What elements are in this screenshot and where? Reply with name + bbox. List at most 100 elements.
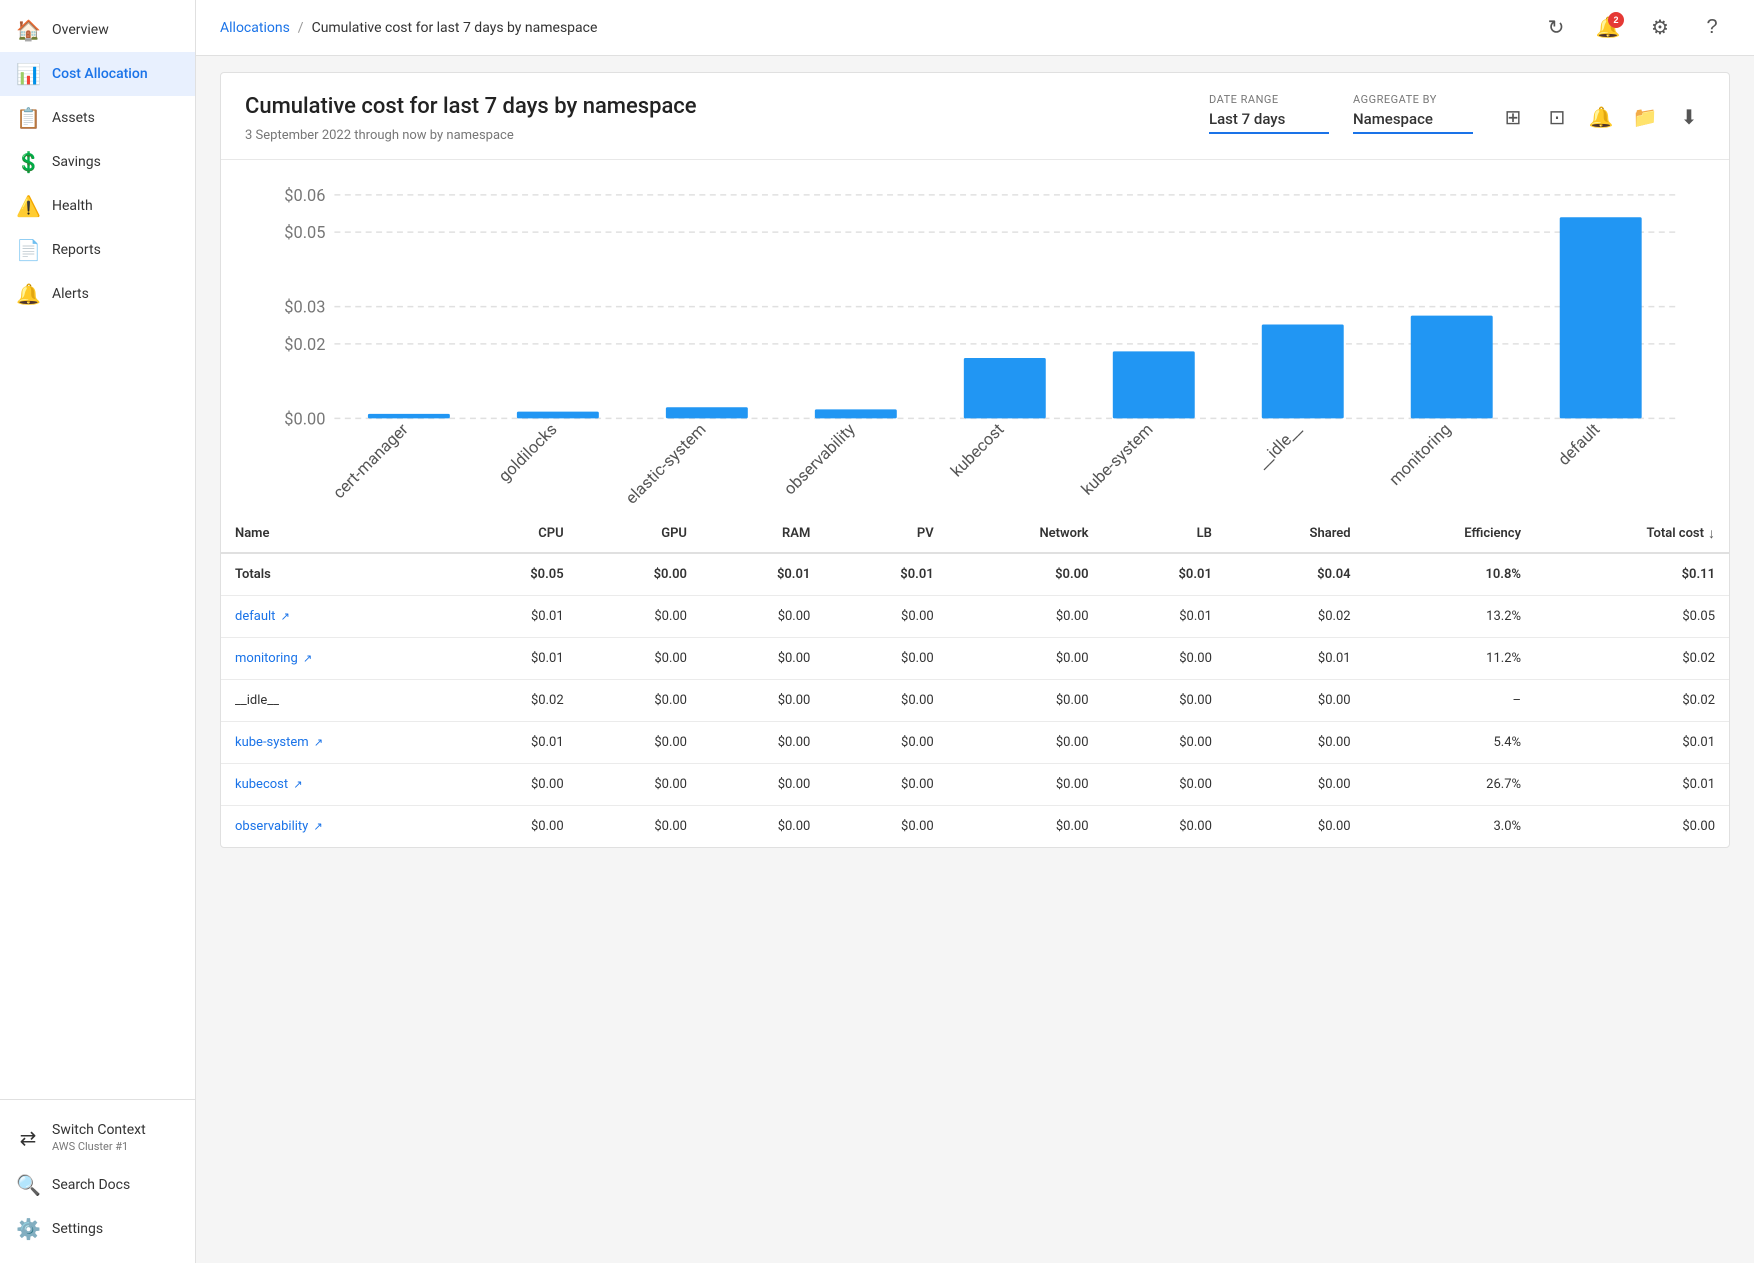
bookmark-button[interactable]: ⊡ bbox=[1541, 102, 1573, 134]
search-docs-icon: 🔍 bbox=[16, 1173, 40, 1197]
row-1-cell-8: 11.2% bbox=[1365, 638, 1535, 680]
row-5-cell-5: $0.00 bbox=[948, 806, 1103, 848]
date-range-value[interactable]: Last 7 days bbox=[1209, 110, 1329, 134]
totals-cell-7: $0.04 bbox=[1226, 553, 1365, 596]
date-range-label: Date Range bbox=[1209, 93, 1329, 106]
row-name-link[interactable]: kubecost ↗ bbox=[235, 777, 303, 792]
breadcrumb: Allocations / Cumulative cost for last 7… bbox=[220, 20, 597, 36]
row-0-cell-8: 13.2% bbox=[1365, 596, 1535, 638]
notifications-button[interactable]: 🔔 2 bbox=[1590, 10, 1626, 46]
notification-badge: 2 bbox=[1608, 12, 1624, 28]
sidebar-item-assets[interactable]: 📋 Assets bbox=[0, 96, 195, 140]
sidebar-bottom-switch-context[interactable]: ⇄ Switch Context AWS Cluster #1 bbox=[0, 1112, 195, 1163]
row-5-cell-6: $0.00 bbox=[1103, 806, 1226, 848]
svg-text:$0.03: $0.03 bbox=[284, 297, 325, 316]
chart-bar-label: __idle__ bbox=[1253, 419, 1306, 472]
th-total-cost[interactable]: Total cost ↓ bbox=[1535, 515, 1729, 553]
sidebar-bottom: ⇄ Switch Context AWS Cluster #1 🔍 Search… bbox=[0, 1099, 195, 1263]
row-1-cell-1: $0.01 bbox=[454, 638, 577, 680]
settings-button[interactable]: ⚙ bbox=[1642, 10, 1678, 46]
th-ram: RAM bbox=[701, 515, 824, 553]
row-2-cell-7: $0.00 bbox=[1226, 680, 1365, 722]
data-table-container: NameCPUGPURAMPVNetworkLBSharedEfficiency… bbox=[221, 515, 1729, 847]
main-area: Allocations / Cumulative cost for last 7… bbox=[196, 0, 1754, 1263]
help-button[interactable]: ? bbox=[1694, 10, 1730, 46]
row-0-cell-7: $0.02 bbox=[1226, 596, 1365, 638]
row-2-cell-4: $0.00 bbox=[824, 680, 947, 722]
row-0-cell-5: $0.00 bbox=[948, 596, 1103, 638]
sidebar-item-label-cost-allocation: Cost Allocation bbox=[52, 66, 148, 82]
row-4-cell-2: $0.00 bbox=[578, 764, 701, 806]
row-4-cell-8: 26.7% bbox=[1365, 764, 1535, 806]
sidebar-item-overview[interactable]: 🏠 Overview bbox=[0, 8, 195, 52]
row-4-cell-0[interactable]: kubecost ↗ bbox=[221, 764, 454, 806]
chart-bar-label: cert-manager bbox=[329, 419, 412, 502]
row-name-link[interactable]: kube-system ↗ bbox=[235, 735, 323, 750]
row-0-cell-1: $0.01 bbox=[454, 596, 577, 638]
table-row: kubecost ↗$0.00$0.00$0.00$0.00$0.00$0.00… bbox=[221, 764, 1729, 806]
row-2-cell-0: __idle__ bbox=[221, 680, 454, 722]
th-shared: Shared bbox=[1226, 515, 1365, 553]
row-4-cell-1: $0.00 bbox=[454, 764, 577, 806]
row-2-cell-3: $0.00 bbox=[701, 680, 824, 722]
topbar: Allocations / Cumulative cost for last 7… bbox=[196, 0, 1754, 56]
folder-button[interactable]: 📁 bbox=[1629, 102, 1661, 134]
th-lb: LB bbox=[1103, 515, 1226, 553]
sidebar-item-reports[interactable]: 📄 Reports bbox=[0, 228, 195, 272]
row-3-cell-0[interactable]: kube-system ↗ bbox=[221, 722, 454, 764]
alert-bell-button[interactable]: 🔔 bbox=[1585, 102, 1617, 134]
download-button[interactable]: ⬇ bbox=[1673, 102, 1705, 134]
chart-bar-label: monitoring bbox=[1385, 419, 1454, 488]
sidebar-item-savings[interactable]: 💲 Savings bbox=[0, 140, 195, 184]
row-name-link[interactable]: observability ↗ bbox=[235, 819, 323, 834]
row-5-cell-9: $0.00 bbox=[1535, 806, 1729, 848]
report-action-icons: ⊞ ⊡ 🔔 📁 ⬇ bbox=[1497, 102, 1705, 134]
table-row: __idle__$0.02$0.00$0.00$0.00$0.00$0.00$0… bbox=[221, 680, 1729, 722]
table-row: kube-system ↗$0.01$0.00$0.00$0.00$0.00$0… bbox=[221, 722, 1729, 764]
aggregate-value[interactable]: Namespace bbox=[1353, 110, 1473, 134]
table-header: NameCPUGPURAMPVNetworkLBSharedEfficiency… bbox=[221, 515, 1729, 553]
row-4-cell-5: $0.00 bbox=[948, 764, 1103, 806]
sidebar-bottom-label-search-docs: Search Docs bbox=[52, 1177, 130, 1193]
th-gpu: GPU bbox=[578, 515, 701, 553]
chart-bar bbox=[1560, 217, 1642, 418]
sidebar-bottom-search-docs[interactable]: 🔍 Search Docs bbox=[0, 1163, 195, 1207]
row-5-cell-8: 3.0% bbox=[1365, 806, 1535, 848]
row-1-cell-0[interactable]: monitoring ↗ bbox=[221, 638, 454, 680]
chart-area: $0.00$0.02$0.03$0.05$0.06cert-managergol… bbox=[221, 160, 1729, 516]
chart-bar bbox=[1262, 324, 1344, 418]
row-5-cell-7: $0.00 bbox=[1226, 806, 1365, 848]
sidebar: 🏠 Overview📊 Cost Allocation📋 Assets💲 Sav… bbox=[0, 0, 196, 1263]
sidebar-bottom-settings[interactable]: ⚙️ Settings bbox=[0, 1207, 195, 1251]
health-icon: ⚠️ bbox=[16, 194, 40, 218]
row-2-cell-9: $0.02 bbox=[1535, 680, 1729, 722]
row-0-cell-3: $0.00 bbox=[701, 596, 824, 638]
row-3-cell-4: $0.00 bbox=[824, 722, 947, 764]
row-3-cell-7: $0.00 bbox=[1226, 722, 1365, 764]
chart-bar bbox=[1411, 315, 1493, 418]
row-3-cell-2: $0.00 bbox=[578, 722, 701, 764]
sidebar-item-cost-allocation[interactable]: 📊 Cost Allocation bbox=[0, 52, 195, 96]
row-1-cell-9: $0.02 bbox=[1535, 638, 1729, 680]
chart-bar-label: elastic-system bbox=[622, 419, 710, 507]
th-name: Name bbox=[221, 515, 454, 553]
sidebar-item-alerts[interactable]: 🔔 Alerts bbox=[0, 272, 195, 316]
sidebar-bottom-sublabel-switch-context: AWS Cluster #1 bbox=[52, 1140, 146, 1153]
row-3-cell-3: $0.00 bbox=[701, 722, 824, 764]
svg-text:$0.05: $0.05 bbox=[284, 223, 325, 242]
totals-cell-5: $0.00 bbox=[948, 553, 1103, 596]
filter-button[interactable]: ⊞ bbox=[1497, 102, 1529, 134]
sidebar-item-health[interactable]: ⚠️ Health bbox=[0, 184, 195, 228]
date-range-control: Date Range Last 7 days bbox=[1209, 93, 1329, 134]
breadcrumb-current: Cumulative cost for last 7 days by names… bbox=[312, 20, 598, 36]
totals-cell-1: $0.05 bbox=[454, 553, 577, 596]
breadcrumb-allocations-link[interactable]: Allocations bbox=[220, 20, 290, 36]
row-name-link[interactable]: default ↗ bbox=[235, 609, 290, 624]
row-1-cell-2: $0.00 bbox=[578, 638, 701, 680]
th-pv: PV bbox=[824, 515, 947, 553]
row-0-cell-0[interactable]: default ↗ bbox=[221, 596, 454, 638]
row-name-link[interactable]: monitoring ↗ bbox=[235, 651, 312, 666]
totals-cell-8: 10.8% bbox=[1365, 553, 1535, 596]
refresh-button[interactable]: ↻ bbox=[1538, 10, 1574, 46]
row-5-cell-0[interactable]: observability ↗ bbox=[221, 806, 454, 848]
